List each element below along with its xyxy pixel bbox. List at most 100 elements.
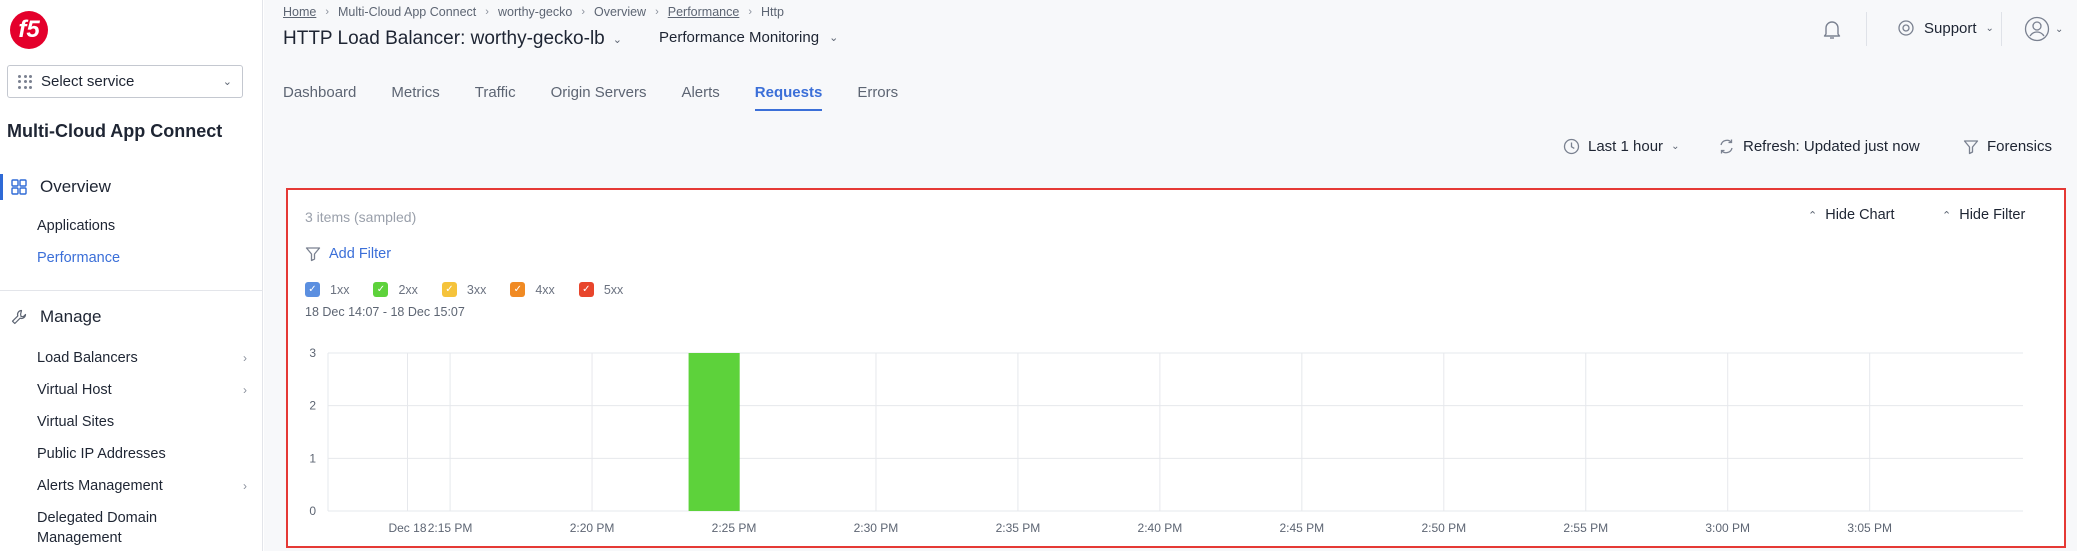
chevron-right-icon: › — [485, 6, 489, 18]
sidebar-item-label: Applications — [37, 218, 116, 234]
breadcrumb: Home › Multi-Cloud App Connect › worthy-… — [283, 5, 784, 19]
x-tick-label: 2:15 PM — [428, 521, 473, 535]
sidebar-item-alerts-management[interactable]: Alerts Management › — [37, 478, 247, 494]
sidebar-item-load-balancers[interactable]: Load Balancers › — [37, 350, 247, 366]
tab-dashboard[interactable]: Dashboard — [283, 84, 356, 111]
breadcrumb-performance[interactable]: Performance — [668, 5, 740, 19]
page-title: HTTP Load Balancer: worthy-gecko-lb — [283, 28, 605, 49]
filter-icon — [1963, 139, 1979, 154]
select-service-dropdown[interactable]: Select service ⌄ — [7, 65, 243, 98]
grid-icon — [18, 74, 32, 89]
chevron-right-icon: › — [243, 351, 247, 365]
chevron-down-icon: ⌄ — [829, 32, 839, 44]
chevron-right-icon: › — [748, 6, 752, 18]
refresh-icon — [1720, 139, 1733, 154]
refresh-button[interactable]: Refresh: Updated just now — [1718, 138, 1920, 155]
requests-chart-panel: 3 items (sampled) ⌃ Hide Chart ⌃ Hide Fi… — [286, 188, 2066, 548]
wrench-icon — [10, 308, 28, 326]
performance-monitoring-label: Performance Monitoring — [659, 29, 820, 46]
header-divider — [1866, 12, 1867, 46]
y-tick-label: 1 — [309, 451, 316, 465]
sidebar-item-public-ip-addresses[interactable]: Public IP Addresses — [37, 446, 247, 462]
sidebar-section-manage-label: Manage — [40, 307, 102, 326]
support-label: Support — [1924, 19, 1977, 37]
tab-origin-servers[interactable]: Origin Servers — [551, 84, 647, 111]
sidebar-section-overview[interactable]: Overview — [0, 174, 262, 200]
bar-2xx — [688, 353, 740, 511]
sidebar-item-label: Public IP Addresses — [37, 446, 166, 462]
chevron-down-icon: ⌄ — [612, 33, 622, 46]
forensics-label: Forensics — [1987, 138, 2053, 155]
sidebar-item-label: Management — [37, 530, 122, 546]
breadcrumb-overview: Overview — [593, 5, 647, 19]
x-tick-label: 2:30 PM — [854, 521, 899, 535]
chevron-down-icon: ⌄ — [1985, 22, 1994, 34]
sidebar-item-delegated-domain[interactable]: Delegated Domain — [37, 510, 247, 526]
lifebuoy-icon — [1898, 20, 1914, 36]
header-divider — [2001, 12, 2002, 46]
notifications-bell-icon[interactable] — [1820, 17, 1844, 41]
time-range-dropdown[interactable]: Last 1 hour ⌄ — [1563, 138, 1679, 155]
page-title-dropdown[interactable]: HTTP Load Balancer: worthy-gecko-lb ⌄ — [283, 28, 622, 50]
breadcrumb-app: Multi-Cloud App Connect — [338, 5, 477, 19]
x-tick-label: 2:35 PM — [996, 521, 1041, 535]
sidebar-item-label: Load Balancers — [37, 350, 138, 366]
breadcrumb-http: Http — [760, 5, 784, 19]
sidebar-item-label: Alerts Management — [37, 478, 163, 494]
sidebar-item-label: Delegated Domain — [37, 510, 158, 526]
sidebar-item-virtual-host[interactable]: Virtual Host › — [37, 382, 247, 398]
sidebar-item-performance[interactable]: Performance — [37, 250, 247, 266]
x-tick-label: 2:25 PM — [712, 521, 757, 535]
user-menu[interactable]: ⌄ — [2024, 16, 2063, 42]
sidebar-divider — [0, 290, 262, 291]
sidebar-item-label: Virtual Sites — [37, 414, 115, 430]
chevron-right-icon: › — [655, 6, 659, 18]
sidebar-item-delegated-domain-management[interactable]: Management — [37, 530, 247, 546]
chevron-right-icon: › — [243, 479, 247, 493]
x-tick-label: 2:55 PM — [1563, 521, 1608, 535]
y-tick-label: 0 — [309, 504, 316, 518]
chevron-right-icon: › — [325, 6, 330, 18]
sidebar-section-overview-label: Overview — [40, 177, 111, 196]
x-tick-label: 2:20 PM — [570, 521, 615, 535]
tab-traffic[interactable]: Traffic — [475, 84, 516, 111]
chevron-right-icon: › — [243, 383, 247, 397]
select-service-label: Select service — [41, 73, 135, 90]
forensics-button[interactable]: Forensics — [1963, 138, 2052, 155]
x-tick-label: 3:05 PM — [1847, 521, 1892, 535]
chevron-down-icon: ⌄ — [222, 76, 232, 88]
f5-logo[interactable]: f5 — [10, 11, 48, 49]
tabs: Dashboard Metrics Traffic Origin Servers… — [283, 84, 933, 111]
tab-requests[interactable]: Requests — [754, 84, 823, 111]
tab-metrics[interactable]: Metrics — [391, 84, 439, 111]
chevron-right-icon: › — [581, 6, 585, 18]
chevron-down-icon: ⌄ — [1671, 141, 1680, 152]
support-dropdown[interactable]: Support ⌄ — [1897, 19, 1994, 37]
x-tick-label: Dec 18 — [388, 521, 426, 535]
x-tick-label: 2:45 PM — [1279, 521, 1324, 535]
performance-monitoring-dropdown[interactable]: Performance Monitoring ⌄ — [659, 29, 838, 46]
tab-errors[interactable]: Errors — [857, 84, 898, 111]
breadcrumb-namespace: worthy-gecko — [497, 5, 573, 19]
x-tick-label: 3:00 PM — [1705, 521, 1750, 535]
requests-bar-chart: 0 1 2 3 Dec 18 2:15 PM 2:20 PM 2:25 PM 2:30 PM 2:… — [309, 346, 2023, 535]
sidebar-item-label: Performance — [37, 250, 121, 266]
y-tick-label: 3 — [309, 346, 316, 360]
breadcrumb-home[interactable]: Home — [283, 5, 316, 19]
sidebar: f5 Select service ⌄ Multi-Cloud App Conn… — [0, 0, 263, 551]
app-title: Multi-Cloud App Connect — [7, 121, 223, 141]
avatar-icon — [2024, 16, 2050, 42]
clock-icon — [1563, 138, 1580, 155]
x-tick-label: 2:50 PM — [1421, 521, 1466, 535]
tab-alerts[interactable]: Alerts — [681, 84, 719, 111]
time-range-label: Last 1 hour — [1588, 138, 1664, 155]
dashboard-icon — [10, 178, 28, 196]
chevron-down-icon: ⌄ — [2055, 23, 2064, 35]
sidebar-section-manage[interactable]: Manage — [0, 307, 101, 327]
sidebar-item-label: Virtual Host — [37, 382, 112, 398]
x-tick-label: 2:40 PM — [1138, 521, 1183, 535]
y-tick-label: 2 — [309, 399, 316, 413]
refresh-label: Refresh: Updated just now — [1743, 138, 1920, 155]
sidebar-item-virtual-sites[interactable]: Virtual Sites — [37, 414, 247, 430]
sidebar-item-applications[interactable]: Applications — [37, 218, 247, 234]
